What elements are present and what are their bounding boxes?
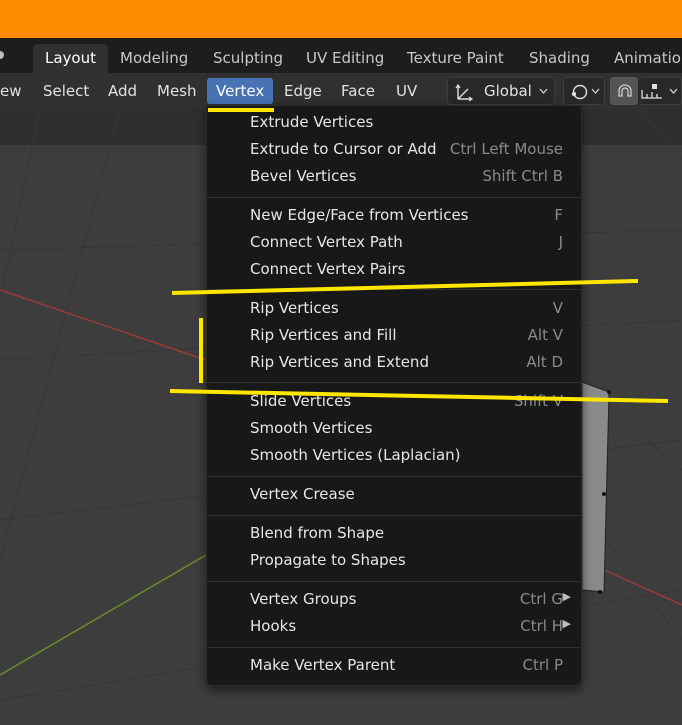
menu-view[interactable]: ew (0, 78, 31, 104)
menu-separator (207, 581, 581, 582)
menu-item-new-edge-face[interactable]: New Edge/Face from Vertices F (207, 203, 581, 230)
submenu-arrow-icon: ▶ (562, 617, 571, 630)
menu-item-hooks[interactable]: Hooks Ctrl H ▶ (207, 614, 581, 641)
tab-shading[interactable]: Shading (517, 44, 602, 73)
menu-item-label: Rip Vertices (250, 299, 339, 317)
pivot-point-icon (571, 84, 588, 100)
menu-item-bevel-vertices[interactable]: Bevel Vertices Shift Ctrl B (207, 164, 581, 191)
menu-item-extrude-to-cursor[interactable]: Extrude to Cursor or Add Ctrl Left Mouse (207, 137, 581, 164)
menu-item-shortcut: Ctrl G (519, 590, 563, 608)
tab-uv-editing[interactable]: UV Editing (294, 44, 396, 73)
menu-item-label: Bevel Vertices (250, 167, 357, 185)
menu-separator (207, 197, 581, 198)
menu-item-label: Propagate to Shapes (250, 551, 406, 569)
snap-toggle-button[interactable] (610, 77, 638, 105)
menu-item-vertex-groups[interactable]: Vertex Groups Ctrl G ▶ (207, 587, 581, 614)
menu-item-label: Rip Vertices and Extend (250, 353, 429, 371)
menu-item-smooth-vertices[interactable]: Smooth Vertices (207, 416, 581, 443)
menu-item-shortcut: Ctrl P (522, 656, 563, 674)
menu-item-shortcut: Alt V (527, 326, 563, 344)
menu-item-rip-vertices-fill[interactable]: Rip Vertices and Fill Alt V (207, 323, 581, 350)
tab-texture-paint[interactable]: Texture Paint (395, 44, 516, 73)
menu-mesh[interactable]: Mesh (148, 78, 206, 104)
menu-item-label: Smooth Vertices (Laplacian) (250, 446, 461, 464)
menu-item-label: Connect Vertex Pairs (250, 260, 406, 278)
menu-item-extrude-vertices[interactable]: Extrude Vertices (207, 110, 581, 137)
menu-item-vertex-crease[interactable]: Vertex Crease (207, 482, 581, 509)
chevron-down-icon (669, 88, 678, 94)
title-bar (0, 0, 682, 38)
tab-layout[interactable]: Layout (33, 44, 108, 73)
menu-edge[interactable]: Edge (275, 78, 331, 104)
menu-add[interactable]: Add (99, 78, 146, 104)
menu-item-label: Extrude Vertices (250, 113, 374, 131)
menu-item-label: Vertex Groups (250, 590, 357, 608)
workspace-tabs-bar: Layout Modeling Sculpting UV Editing Tex… (0, 38, 682, 73)
menu-item-rip-vertices-extend[interactable]: Rip Vertices and Extend Alt D (207, 350, 581, 377)
menu-item-label: Extrude to Cursor or Add (250, 140, 437, 158)
menu-item-propagate-to-shapes[interactable]: Propagate to Shapes (207, 548, 581, 575)
menu-item-shortcut: F (554, 206, 563, 224)
editor-header: ew Select Add Mesh Vertex Edge Face UV G… (0, 73, 682, 109)
snap-increment-icon (641, 84, 662, 99)
menu-item-shortcut: Ctrl H (520, 617, 563, 635)
vertex-menu-dropdown: Extrude Vertices Extrude to Cursor or Ad… (206, 105, 582, 686)
menu-item-shortcut: J (558, 233, 563, 251)
snap-target-dropdown[interactable] (638, 77, 682, 105)
menu-item-smooth-vertices-laplacian[interactable]: Smooth Vertices (Laplacian) (207, 443, 581, 470)
menu-vertex[interactable]: Vertex (207, 78, 274, 104)
menu-item-make-vertex-parent[interactable]: Make Vertex Parent Ctrl P (207, 653, 581, 680)
menu-item-rip-vertices[interactable]: Rip Vertices V (207, 296, 581, 323)
menu-item-label: Blend from Shape (250, 524, 385, 542)
menu-face[interactable]: Face (332, 78, 384, 104)
submenu-arrow-icon: ▶ (562, 590, 571, 603)
menu-item-shortcut: Ctrl Left Mouse (449, 140, 563, 158)
menu-item-shortcut: V (552, 299, 563, 317)
menu-item-connect-vertex-path[interactable]: Connect Vertex Path J (207, 230, 581, 257)
menu-item-label: New Edge/Face from Vertices (250, 206, 469, 224)
transform-orientation-dropdown[interactable]: Global (447, 77, 555, 105)
menu-item-label: Hooks (250, 617, 297, 635)
menu-item-shortcut: Alt D (526, 353, 563, 371)
menu-separator (207, 289, 581, 290)
magnet-icon (618, 84, 632, 97)
menu-uv[interactable]: UV (387, 78, 426, 104)
menu-separator (207, 382, 581, 383)
transform-orientation-icon (455, 83, 474, 102)
editor-menu-dot-icon[interactable] (0, 51, 4, 59)
menu-item-shortcut: Shift V (513, 392, 563, 410)
menu-item-shortcut: Shift Ctrl B (482, 167, 563, 185)
tab-modeling[interactable]: Modeling (108, 44, 200, 73)
menu-item-label: Vertex Crease (250, 485, 355, 503)
pivot-point-dropdown[interactable] (563, 77, 605, 105)
menu-item-label: Connect Vertex Path (250, 233, 403, 251)
menu-item-blend-from-shape[interactable]: Blend from Shape (207, 521, 581, 548)
menu-separator (207, 647, 581, 648)
menu-item-label: Make Vertex Parent (250, 656, 396, 674)
menu-item-label: Rip Vertices and Fill (250, 326, 397, 344)
tab-animation[interactable]: Animation (602, 44, 682, 73)
menu-separator (207, 515, 581, 516)
menu-item-slide-vertices[interactable]: Slide Vertices Shift V (207, 389, 581, 416)
chevron-down-icon (591, 88, 600, 94)
menu-separator (207, 476, 581, 477)
tab-sculpting[interactable]: Sculpting (201, 44, 295, 73)
menu-item-label: Slide Vertices (250, 392, 352, 410)
menu-select[interactable]: Select (34, 78, 98, 104)
transform-orientation-value: Global (484, 82, 532, 100)
menu-item-connect-vertex-pairs[interactable]: Connect Vertex Pairs (207, 257, 581, 284)
menu-item-label: Smooth Vertices (250, 419, 373, 437)
chevron-down-icon (539, 88, 548, 94)
